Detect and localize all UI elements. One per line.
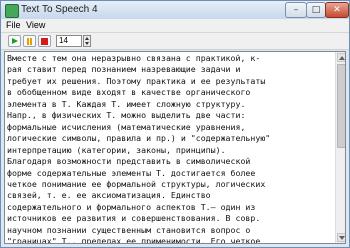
menu-view[interactable]: View [26, 20, 45, 31]
scroll-thumb[interactable] [337, 64, 345, 148]
text-line: связей, т. е. ее аксиоматизация. Единств… [7, 190, 211, 201]
rate-spinner[interactable] [83, 35, 91, 47]
maximize-button[interactable]: □ [306, 2, 326, 18]
window-title: Text To Speech 4 [21, 4, 98, 15]
title-bar[interactable]: Text To Speech 4 – □ ✕ [1, 1, 349, 19]
play-button[interactable] [8, 35, 21, 47]
stop-icon [41, 38, 48, 45]
scroll-up-icon [339, 56, 345, 60]
text-line: четкое понимание ее формальной структуры… [7, 178, 266, 189]
text-line: рая ставит перед познанием назревающие з… [7, 64, 241, 75]
text-line: в обобщенном виде входят в качестве орга… [7, 87, 251, 98]
app-window: Text To Speech 4 – □ ✕ File View 14 Вмес… [0, 0, 350, 248]
text-line: логические символы, правила и пр.) и "со… [7, 133, 271, 144]
text-line: элемента в Т. Каждая Т. имеет сложную ст… [7, 98, 246, 109]
scroll-up-button[interactable] [337, 53, 345, 62]
spin-down-icon[interactable] [85, 42, 89, 45]
text-line: требует их решения. Поэтому практика и е… [7, 75, 266, 86]
document-text[interactable]: Вместе с тем она неразрывно связана с пр… [7, 53, 335, 244]
text-line: интерпретацию (категории, законы, принци… [7, 144, 226, 155]
menu-file[interactable]: File [6, 20, 21, 31]
pause-button[interactable] [23, 35, 36, 47]
text-line: форме содержательные элементы Т. достига… [7, 167, 256, 178]
text-line: формальные исчисления (математические ур… [7, 121, 246, 132]
play-icon [12, 38, 18, 44]
vertical-scrollbar[interactable] [335, 52, 345, 243]
text-line: источников ее развития и совершенствован… [7, 213, 261, 224]
text-line: Вместе с тем она неразрывно связана с пр… [7, 53, 261, 63]
text-line: научном познании существенным становится… [7, 224, 251, 235]
text-line: содержательного и формального аспектов Т… [7, 201, 256, 212]
app-icon [5, 4, 19, 18]
toolbar: 14 [1, 33, 349, 50]
text-line: Благодаря возможности представить в симв… [7, 156, 251, 167]
stop-button[interactable] [38, 35, 51, 47]
close-button[interactable]: ✕ [325, 2, 349, 18]
text-line: "границах" Т., пределах ее применимости.… [7, 236, 261, 244]
text-line: Напр., в физических Т. можно выделить дв… [7, 110, 246, 121]
scroll-down-button[interactable] [337, 233, 345, 242]
rate-input[interactable]: 14 [56, 35, 82, 47]
spin-up-icon[interactable] [85, 37, 89, 40]
menu-bar: File View [1, 19, 349, 33]
text-area[interactable]: Вместе с тем она неразрывно связана с пр… [4, 51, 346, 244]
minimize-button[interactable]: – [285, 2, 307, 18]
scroll-down-icon [339, 236, 345, 240]
